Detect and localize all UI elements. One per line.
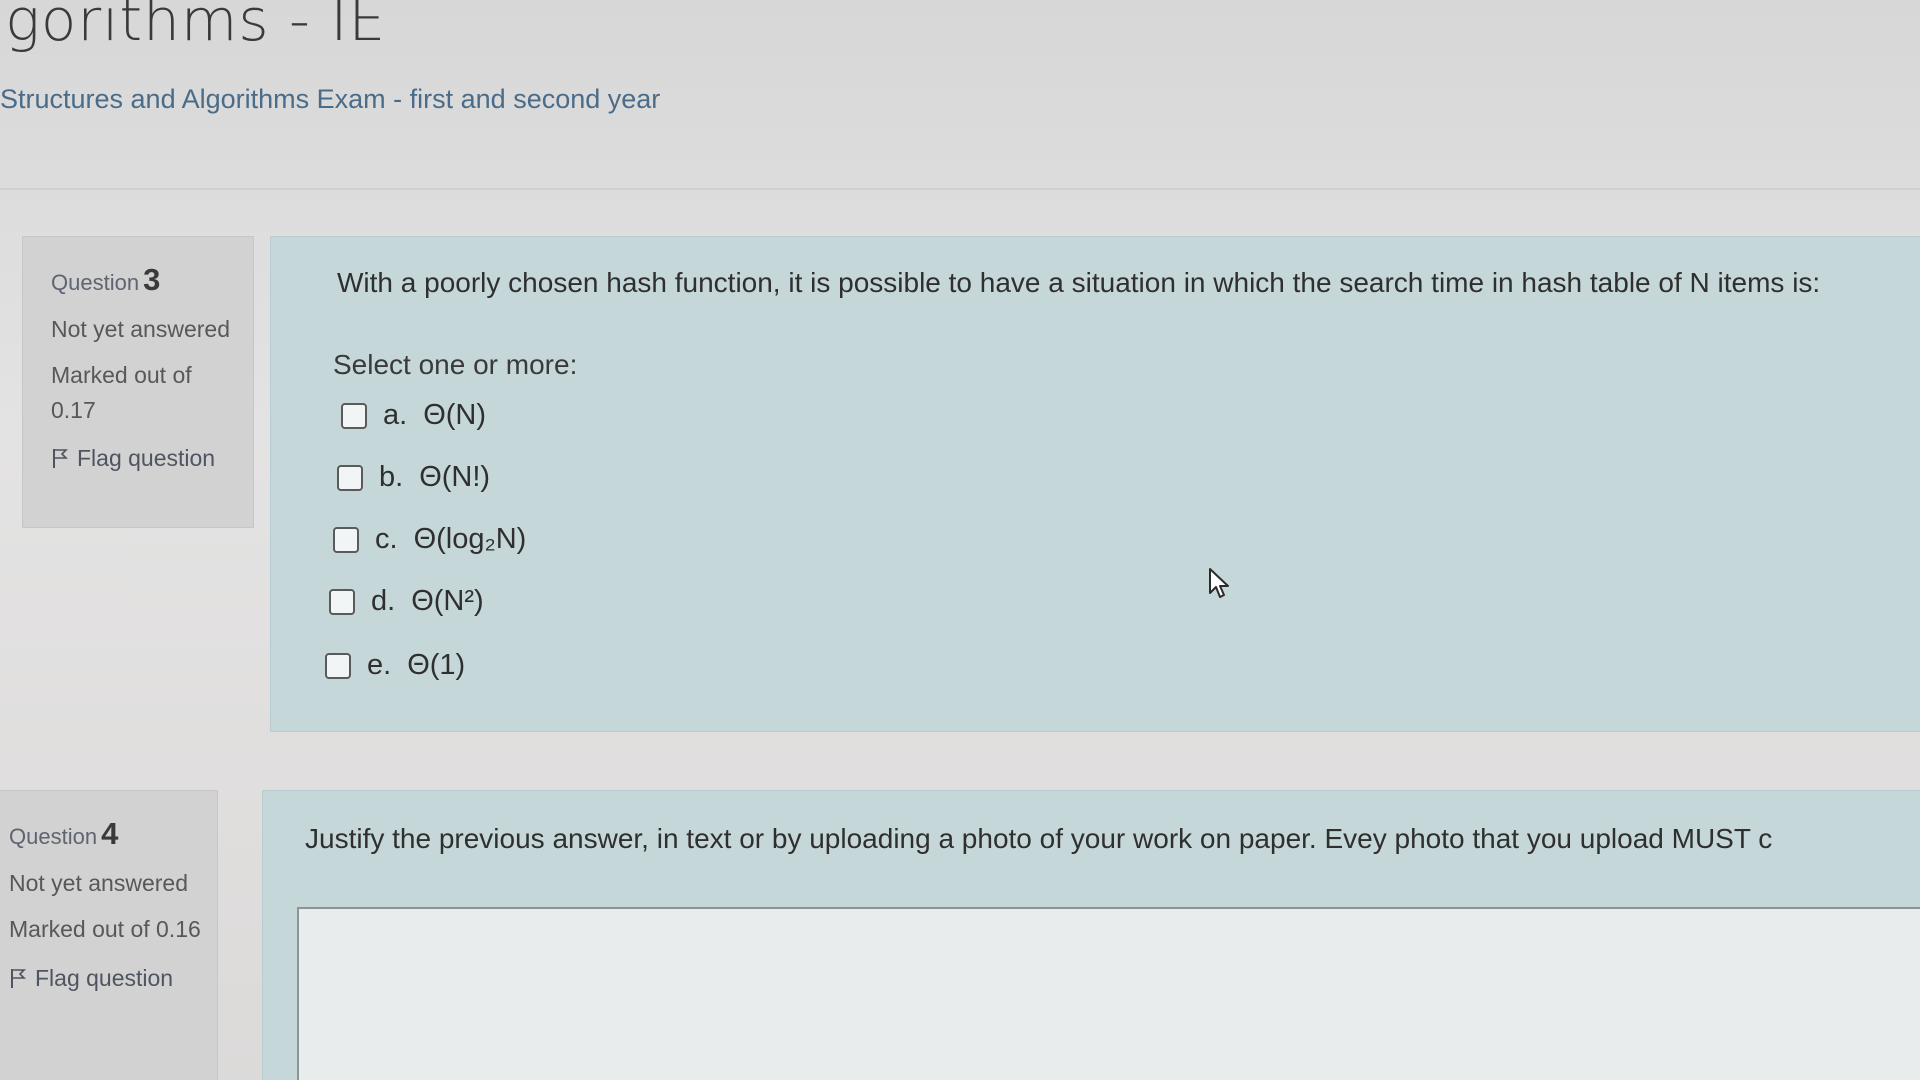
question-status: Not yet answered — [51, 315, 230, 342]
option-letter: c. — [375, 523, 398, 555]
option-a[interactable]: a. Θ(N) — [341, 399, 486, 432]
option-e[interactable]: e. Θ(1) — [325, 649, 465, 682]
option-text: Θ(N) — [423, 399, 487, 431]
option-b[interactable]: b. Θ(N!) — [337, 461, 490, 494]
option-d[interactable]: d. Θ(N²) — [329, 585, 484, 618]
option-text: Θ(1) — [407, 649, 466, 681]
option-letter: a. — [383, 399, 408, 431]
option-d-checkbox[interactable] — [329, 588, 355, 615]
question-number: Question 3 — [51, 262, 161, 297]
option-letter: b. — [379, 461, 404, 493]
question-marks: Marked out of 0.17 — [51, 362, 192, 423]
question-3-content: With a poorly chosen hash function, it i… — [270, 236, 1920, 732]
flag-question-label: Flag question — [77, 445, 216, 471]
question-3-info: Question 3 Not yet answered Marked out of… — [22, 236, 254, 528]
option-b-checkbox[interactable] — [337, 464, 363, 491]
header-divider — [0, 188, 1920, 190]
flag-icon — [53, 449, 68, 469]
option-e-checkbox[interactable] — [325, 652, 351, 679]
course-title: lgorithms - IE — [0, 0, 387, 54]
question-text: Justify the previous answer, in text or … — [305, 823, 1773, 854]
option-letter: d. — [371, 585, 396, 617]
option-c[interactable]: c. Θ(log₂N) — [333, 523, 526, 556]
answer-textarea[interactable] — [297, 907, 1920, 1080]
question-text: With a poorly chosen hash function, it i… — [337, 267, 1821, 298]
flag-question-button[interactable]: Flag question — [51, 441, 239, 476]
flag-icon — [11, 968, 26, 988]
question-4-info: Question 4 Not yet answered Marked out of… — [0, 790, 218, 1080]
mouse-pointer-icon — [1209, 568, 1229, 598]
option-text: Θ(N²) — [411, 585, 484, 617]
option-letter: e. — [367, 649, 392, 681]
option-text: Θ(N!) — [419, 461, 491, 493]
flag-question-label: Flag question — [35, 964, 174, 991]
option-a-checkbox[interactable] — [341, 402, 367, 429]
question-status: Not yet answered — [9, 869, 188, 896]
breadcrumb-link[interactable]: Structures and Algorithms Exam - first a… — [0, 84, 660, 115]
flag-question-button[interactable]: Flag question — [9, 961, 205, 996]
option-c-checkbox[interactable] — [333, 526, 359, 553]
option-text: Θ(log₂N) — [413, 523, 527, 555]
question-number: Question 4 — [9, 816, 119, 851]
question-marks: Marked out of 0.16 — [9, 916, 201, 942]
question-4-content: Justify the previous answer, in text or … — [262, 790, 1920, 1080]
quiz-page: lgorithms - IE Structures and Algorithms… — [0, 0, 1920, 1080]
select-prompt: Select one or more: — [333, 349, 578, 380]
